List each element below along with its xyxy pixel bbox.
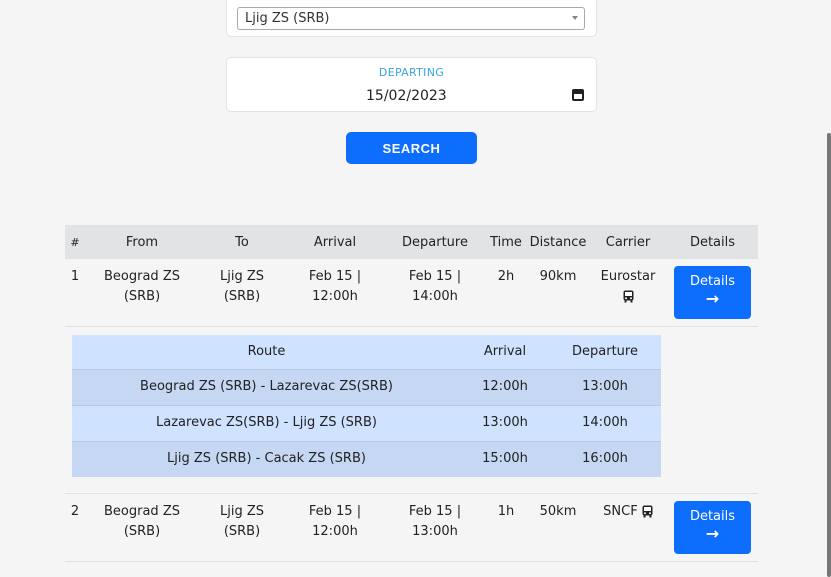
row-number: 2 xyxy=(70,504,80,519)
details-button[interactable]: Details → xyxy=(674,501,751,554)
results-table: # From To Arrival Departure Time Distanc… xyxy=(65,225,758,562)
carrier-name: SNCF xyxy=(603,504,638,519)
header-details: Details xyxy=(689,235,736,250)
route-arrival: 13:00h xyxy=(482,415,528,430)
departing-date-input[interactable]: 15/02/2023 xyxy=(366,88,447,104)
calendar-icon[interactable] xyxy=(572,89,584,101)
row-to: Ljig ZS (SRB) xyxy=(219,504,264,539)
route-table-header: Route Arrival Departure xyxy=(72,335,661,369)
route-header-arrival: Arrival xyxy=(483,344,527,359)
header-distance: Distance xyxy=(529,235,587,250)
row-time: 2h xyxy=(497,269,515,284)
row-distance: 50km xyxy=(539,504,577,519)
route-row: Beograd ZS (SRB) - Lazarevac ZS(SRB) 12:… xyxy=(72,369,661,405)
header-departure: Departure xyxy=(402,235,468,250)
row-carrier: Eurostar xyxy=(595,267,661,307)
departing-label: DEPARTING xyxy=(378,66,445,79)
scrollbar[interactable] xyxy=(827,133,831,577)
route-header-departure: Departure xyxy=(572,344,638,359)
chevron-down-icon xyxy=(572,16,578,20)
route-header-route: Route xyxy=(247,344,286,359)
station-select-card: Ljig ZS (SRB) xyxy=(226,0,597,37)
row-carrier: SNCF xyxy=(595,502,661,522)
search-button[interactable]: SEARCH xyxy=(346,132,477,164)
station-select[interactable]: Ljig ZS (SRB) xyxy=(237,7,585,30)
route-arrival: 15:00h xyxy=(482,451,528,466)
bus-icon xyxy=(623,290,633,303)
row-number: 1 xyxy=(70,269,80,284)
carrier-name: Eurostar xyxy=(600,269,656,284)
header-to: To xyxy=(235,235,249,250)
departing-date-card: DEPARTING 15/02/2023 xyxy=(226,57,597,112)
station-select-value: Ljig ZS (SRB) xyxy=(245,11,330,26)
arrow-right-icon: → xyxy=(705,289,720,308)
details-button-label: Details xyxy=(689,509,736,524)
row-distance: 90km xyxy=(539,269,577,284)
details-button-label: Details xyxy=(689,274,736,289)
row-arrival: Feb 15 | 12:00h xyxy=(308,269,362,304)
row-departure: Feb 15 | 13:00h xyxy=(408,504,462,539)
row-departure: Feb 15 | 14:00h xyxy=(408,269,462,304)
route-segment: Ljig ZS (SRB) - Cacak ZS (SRB) xyxy=(167,451,366,466)
row-time: 1h xyxy=(497,504,515,519)
header-from: From xyxy=(125,235,159,250)
row-arrival: Feb 15 | 12:00h xyxy=(308,504,362,539)
header-number: # xyxy=(70,236,80,249)
row-from: Beograd ZS (SRB) xyxy=(104,269,180,304)
results-table-header: # From To Arrival Departure Time Distanc… xyxy=(65,225,758,259)
route-table: Route Arrival Departure Beograd ZS (SRB)… xyxy=(72,335,661,477)
route-row: Lazarevac ZS(SRB) - Ljig ZS (SRB) 13:00h… xyxy=(72,405,661,441)
header-arrival: Arrival xyxy=(313,235,357,250)
header-carrier: Carrier xyxy=(605,235,651,250)
route-arrival: 12:00h xyxy=(482,379,528,394)
bus-icon xyxy=(642,505,653,518)
route-row: Ljig ZS (SRB) - Cacak ZS (SRB) 15:00h 16… xyxy=(72,441,661,477)
table-row: 1 Beograd ZS (SRB) Ljig ZS (SRB) Feb 15 … xyxy=(65,259,758,327)
route-departure: 13:00h xyxy=(582,379,628,394)
header-time: Time xyxy=(490,235,522,250)
route-departure: 14:00h xyxy=(582,415,628,430)
route-segment: Beograd ZS (SRB) - Lazarevac ZS(SRB) xyxy=(140,379,393,394)
row-from: Beograd ZS (SRB) xyxy=(104,504,180,539)
arrow-right-icon: → xyxy=(705,524,720,543)
route-departure: 16:00h xyxy=(582,451,628,466)
route-segment: Lazarevac ZS(SRB) - Ljig ZS (SRB) xyxy=(156,415,377,430)
table-row: 2 Beograd ZS (SRB) Ljig ZS (SRB) Feb 15 … xyxy=(65,494,758,562)
details-button[interactable]: Details → xyxy=(674,266,751,319)
route-detail-row: Route Arrival Departure Beograd ZS (SRB)… xyxy=(65,327,758,494)
row-to: Ljig ZS (SRB) xyxy=(219,269,264,304)
